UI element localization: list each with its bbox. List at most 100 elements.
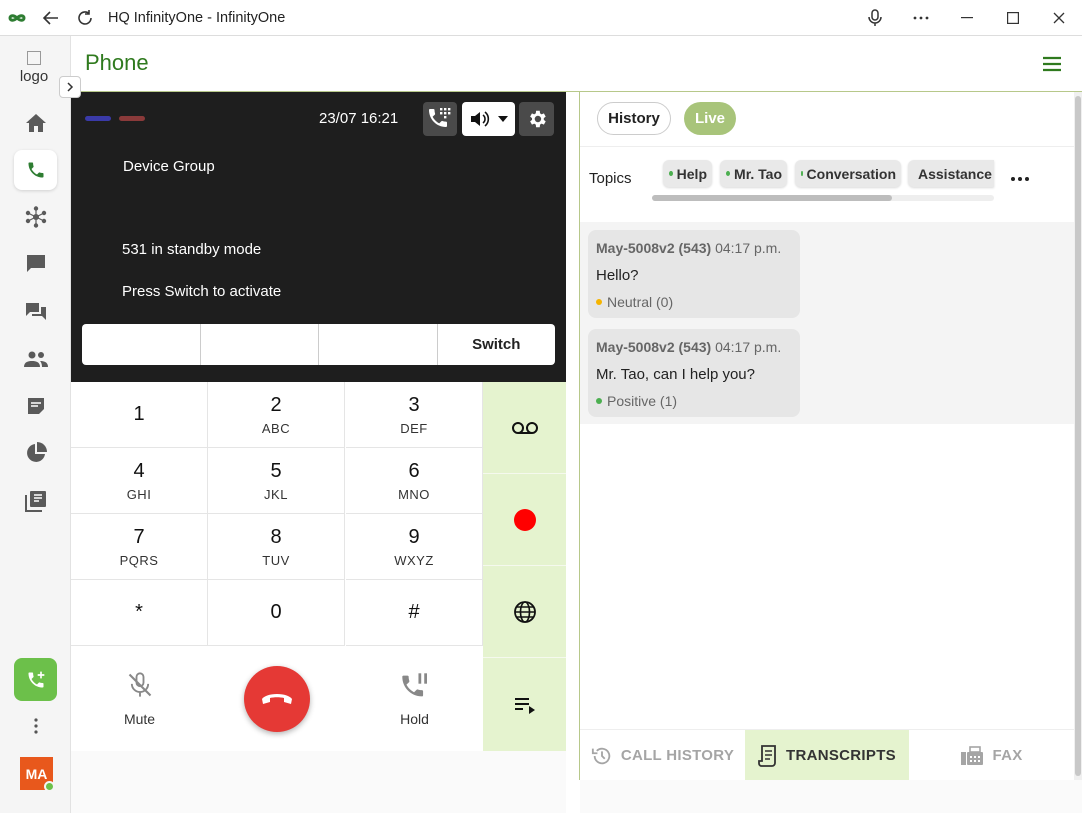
- phone-paused-icon: [401, 672, 427, 696]
- history-icon: [591, 747, 611, 764]
- softkey-2[interactable]: [201, 324, 319, 365]
- microphone-icon[interactable]: [852, 0, 898, 36]
- key-letters: DEF: [400, 420, 428, 436]
- page-scrollbar[interactable]: [1074, 92, 1082, 780]
- device-display: 23/07 16:21 Device Group 531 in standby …: [71, 92, 566, 382]
- message-text: Mr. Tao, can I help you?: [596, 366, 755, 383]
- sentiment-indicator: Neutral (0): [596, 294, 792, 310]
- dialpad-key[interactable]: 1: [71, 382, 208, 448]
- topic-label: Help: [676, 165, 707, 182]
- topics-scroll-thumb[interactable]: [652, 195, 892, 201]
- window-title: HQ InfinityOne - InfinityOne: [108, 9, 286, 26]
- new-call-button[interactable]: [14, 658, 57, 701]
- history-toggle[interactable]: History: [597, 102, 671, 135]
- softkey-bar: Switch: [82, 324, 555, 365]
- dialpad-key[interactable]: 5 JKL: [208, 448, 345, 514]
- tab-fax[interactable]: FAX: [909, 730, 1074, 781]
- hold-button[interactable]: Hold: [346, 646, 483, 751]
- dialpad-key[interactable]: 6 MNO: [346, 448, 483, 514]
- phone-panel: 23/07 16:21 Device Group 531 in standby …: [71, 92, 566, 813]
- key-digit: #: [408, 601, 420, 623]
- navigation-rail: logo MA: [0, 36, 81, 813]
- transcript-list: May-5008v2 (543) 04:17 p.m. Hello? Neutr…: [580, 222, 1074, 424]
- dialpad-key[interactable]: #: [346, 580, 483, 646]
- mute-button[interactable]: Mute: [71, 646, 208, 751]
- line-indicator-red: [119, 116, 145, 121]
- switch-button[interactable]: Switch: [438, 324, 556, 365]
- dialpad-key[interactable]: 9 WXYZ: [346, 514, 483, 580]
- chat-icon[interactable]: [14, 244, 57, 284]
- softkey-1[interactable]: [82, 324, 201, 365]
- minimize-icon[interactable]: [944, 0, 990, 36]
- dialpad-key[interactable]: 2 ABC: [208, 382, 345, 448]
- dialpad-key[interactable]: 7 PQRS: [71, 514, 208, 580]
- transcript-message: May-5008v2 (543) 04:17 p.m. Hello? Neutr…: [588, 230, 800, 318]
- phone-footer: [71, 751, 566, 813]
- record-button[interactable]: [483, 474, 566, 566]
- transcript-scroll-icon: [758, 744, 776, 767]
- device-settings-button[interactable]: [519, 102, 554, 136]
- globe-icon: [513, 600, 536, 623]
- broken-image-icon: [27, 51, 41, 65]
- dialpad-phone-button[interactable]: [423, 102, 457, 136]
- standby-status: 531 in standby mode: [122, 241, 262, 258]
- topic-chip[interactable]: Conversation: [795, 160, 901, 187]
- home-icon[interactable]: [14, 103, 57, 143]
- tab-call-history[interactable]: CALL HISTORY: [580, 730, 745, 781]
- dialpad-key[interactable]: 3 DEF: [346, 382, 483, 448]
- expand-rail-button[interactable]: [59, 76, 81, 98]
- call-controls: Mute Hold: [71, 646, 483, 751]
- fax-icon: [961, 745, 984, 765]
- call-actions-column: [483, 382, 566, 751]
- reports-icon[interactable]: [14, 433, 57, 473]
- reload-icon[interactable]: [68, 0, 102, 36]
- line-indicator-blue: [85, 116, 111, 121]
- library-icon[interactable]: [14, 481, 57, 521]
- key-letters: GHI: [126, 486, 152, 502]
- message-time: 04:17 p.m.: [715, 240, 782, 256]
- dialpad-key[interactable]: 0: [208, 580, 345, 646]
- notes-icon[interactable]: [14, 386, 57, 426]
- close-icon[interactable]: [1036, 0, 1082, 36]
- page-title: Phone: [85, 50, 149, 75]
- gear-icon: [529, 110, 546, 128]
- sentiment-indicator: Positive (1): [596, 393, 792, 409]
- phone-icon[interactable]: [14, 150, 57, 190]
- language-button[interactable]: [483, 566, 566, 658]
- transcripts-panel: History Live Topics Help Mr. Tao Convers…: [580, 92, 1074, 781]
- user-avatar[interactable]: MA: [20, 757, 55, 792]
- more-horizontal-icon[interactable]: [1008, 167, 1032, 191]
- topics-scrollbar[interactable]: [652, 195, 994, 201]
- hamburger-menu-icon[interactable]: [1040, 52, 1064, 76]
- avatar-initials: MA: [25, 765, 48, 782]
- footer-strip: [580, 780, 1082, 813]
- key-letters: WXYZ: [394, 552, 434, 568]
- dialpad: 1 2 ABC 3 DEF 4 GHI 5 JKL 6 MNO 7 PQRS 8 TUV 9 W…: [71, 382, 483, 646]
- page-scroll-thumb[interactable]: [1075, 96, 1081, 776]
- contacts-icon[interactable]: [14, 339, 57, 379]
- topic-chip[interactable]: Help: [663, 160, 712, 187]
- hub-icon[interactable]: [14, 197, 57, 237]
- softkey-3[interactable]: [319, 324, 438, 365]
- forum-icon[interactable]: [14, 292, 57, 332]
- dialpad-key[interactable]: 8 TUV: [208, 514, 345, 580]
- voicemail-button[interactable]: [483, 382, 566, 474]
- volume-dropdown[interactable]: [462, 102, 515, 136]
- dialpad-key[interactable]: 4 GHI: [71, 448, 208, 514]
- topic-chip[interactable]: Mr. Tao: [720, 160, 787, 187]
- voicemail-icon: [511, 421, 538, 434]
- key-digit: 9: [408, 525, 420, 548]
- hangup-button[interactable]: [244, 666, 310, 732]
- more-vertical-icon[interactable]: [24, 714, 48, 738]
- back-arrow-icon[interactable]: [34, 0, 68, 36]
- queue-button[interactable]: [483, 659, 566, 751]
- more-options-icon[interactable]: [898, 0, 944, 36]
- topic-label: Mr. Tao: [734, 165, 782, 182]
- dialpad-key[interactable]: *: [71, 580, 208, 646]
- topic-chip[interactable]: Assistance: [908, 160, 994, 187]
- device-datetime: 23/07 16:21: [319, 110, 399, 127]
- topic-dot: [669, 171, 673, 176]
- live-toggle[interactable]: Live: [684, 102, 736, 135]
- tab-transcripts[interactable]: TRANSCRIPTS: [745, 730, 909, 781]
- maximize-icon[interactable]: [990, 0, 1036, 36]
